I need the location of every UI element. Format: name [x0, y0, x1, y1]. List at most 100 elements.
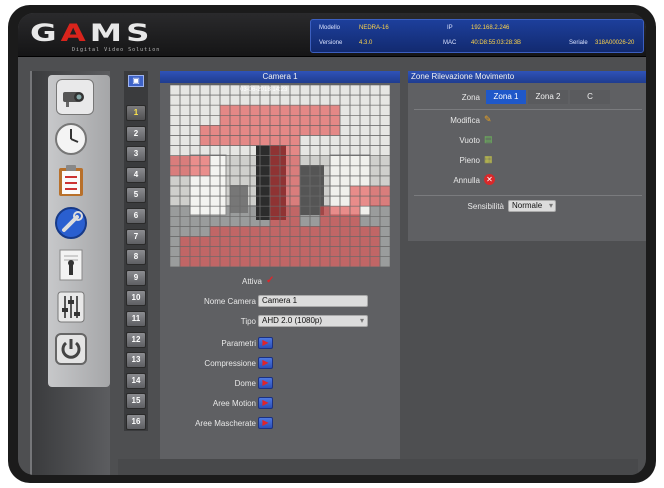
- motion-cell[interactable]: [209, 205, 221, 217]
- motion-cell[interactable]: [170, 145, 181, 156]
- motion-cell-active[interactable]: [279, 226, 291, 237]
- channel-button-4[interactable]: 4: [126, 166, 146, 183]
- motion-cell-active[interactable]: [209, 246, 221, 258]
- motion-cell[interactable]: [309, 155, 321, 167]
- motion-cell-active[interactable]: [259, 226, 271, 237]
- motion-cell[interactable]: [229, 185, 241, 197]
- motion-cell[interactable]: [189, 114, 201, 126]
- motion-cell[interactable]: [339, 145, 351, 156]
- motion-cell[interactable]: [170, 246, 181, 258]
- motion-cell-active[interactable]: [179, 256, 191, 267]
- motion-cell[interactable]: [319, 85, 331, 96]
- motion-cell[interactable]: [329, 135, 341, 146]
- motion-cell-active[interactable]: [359, 246, 371, 258]
- motion-cell-active[interactable]: [219, 236, 231, 247]
- motion-cell[interactable]: [170, 236, 181, 247]
- motion-cell-active[interactable]: [269, 185, 281, 197]
- cancel-icon[interactable]: ✕: [484, 174, 495, 185]
- motion-cell-active[interactable]: [279, 205, 291, 217]
- motion-cell[interactable]: [349, 145, 361, 156]
- motion-cell[interactable]: [259, 145, 271, 156]
- motion-cell-active[interactable]: [319, 226, 331, 237]
- motion-cell[interactable]: [369, 135, 381, 146]
- motion-cell[interactable]: [239, 165, 251, 177]
- motion-cell[interactable]: [199, 185, 211, 197]
- motion-cell-active[interactable]: [179, 165, 191, 177]
- power-icon[interactable]: [52, 331, 90, 367]
- nome-camera-input[interactable]: Camera 1: [258, 295, 368, 307]
- motion-cell[interactable]: [219, 155, 231, 167]
- motion-cell[interactable]: [249, 185, 261, 197]
- motion-cell-active[interactable]: [269, 155, 281, 167]
- motion-cell[interactable]: [229, 205, 241, 217]
- motion-cell[interactable]: [179, 226, 191, 237]
- motion-cell[interactable]: [359, 94, 371, 106]
- motion-cell[interactable]: [170, 185, 181, 197]
- motion-cell[interactable]: [219, 145, 231, 156]
- motion-cell[interactable]: [249, 205, 261, 217]
- channel-button-15[interactable]: 15: [126, 393, 146, 410]
- motion-cell[interactable]: [349, 165, 361, 177]
- motion-cell-active[interactable]: [189, 246, 201, 258]
- motion-cell-active[interactable]: [229, 256, 241, 267]
- motion-cell-active[interactable]: [229, 226, 241, 237]
- motion-cell[interactable]: [379, 145, 390, 156]
- motion-cell[interactable]: [179, 135, 191, 146]
- motion-cell-active[interactable]: [259, 135, 271, 146]
- motion-cell[interactable]: [249, 94, 261, 106]
- motion-cell[interactable]: [219, 185, 231, 197]
- motion-cell[interactable]: [319, 94, 331, 106]
- motion-cell[interactable]: [379, 226, 390, 237]
- motion-cell-active[interactable]: [309, 226, 321, 237]
- motion-cell[interactable]: [339, 175, 351, 187]
- motion-cell-active[interactable]: [259, 256, 271, 267]
- motion-cell-active[interactable]: [279, 145, 291, 156]
- motion-cell-active[interactable]: [249, 256, 261, 267]
- motion-cell[interactable]: [359, 216, 371, 227]
- motion-cell[interactable]: [219, 175, 231, 187]
- motion-cell-active[interactable]: [299, 104, 311, 116]
- motion-cell-active[interactable]: [329, 236, 341, 247]
- motion-cell-active[interactable]: [229, 125, 241, 136]
- wrench-icon[interactable]: [52, 205, 90, 241]
- motion-cell-active[interactable]: [369, 185, 381, 197]
- motion-cell-active[interactable]: [199, 246, 211, 258]
- motion-cell[interactable]: [209, 155, 221, 167]
- motion-cell[interactable]: [309, 175, 321, 187]
- motion-cell-active[interactable]: [199, 236, 211, 247]
- motion-cell-active[interactable]: [359, 236, 371, 247]
- motion-cell[interactable]: [369, 205, 381, 217]
- motion-cell[interactable]: [170, 94, 181, 106]
- motion-cell[interactable]: [189, 226, 201, 237]
- motion-cell[interactable]: [339, 195, 351, 207]
- motion-cell-active[interactable]: [289, 175, 301, 187]
- motion-cell[interactable]: [199, 104, 211, 116]
- motion-cell-active[interactable]: [170, 155, 181, 167]
- motion-cell-active[interactable]: [329, 216, 341, 227]
- channel-button-14[interactable]: 14: [126, 372, 146, 389]
- motion-cell-active[interactable]: [279, 256, 291, 267]
- motion-cell[interactable]: [229, 85, 241, 96]
- motion-cell-active[interactable]: [239, 236, 251, 247]
- motion-cell-active[interactable]: [309, 246, 321, 258]
- motion-cell[interactable]: [379, 256, 390, 267]
- motion-cell-active[interactable]: [189, 155, 201, 167]
- motion-cell-active[interactable]: [339, 256, 351, 267]
- motion-cell-active[interactable]: [259, 246, 271, 258]
- motion-cell[interactable]: [170, 256, 181, 267]
- motion-cell-active[interactable]: [369, 256, 381, 267]
- tipo-select[interactable]: AHD 2.0 (1080p) ▾: [258, 315, 368, 327]
- motion-cell[interactable]: [359, 205, 371, 217]
- motion-cell-active[interactable]: [299, 114, 311, 126]
- channel-button-11[interactable]: 11: [126, 311, 146, 327]
- motion-cell[interactable]: [319, 185, 331, 197]
- motion-cell-active[interactable]: [319, 205, 331, 217]
- motion-cell[interactable]: [249, 155, 261, 167]
- motion-cell-active[interactable]: [269, 216, 281, 227]
- motion-cell[interactable]: [349, 175, 361, 187]
- motion-cell[interactable]: [309, 165, 321, 177]
- motion-cell-active[interactable]: [269, 165, 281, 177]
- pencil-icon[interactable]: ✎: [484, 114, 492, 125]
- motion-cell[interactable]: [259, 165, 271, 177]
- motion-cell-active[interactable]: [269, 236, 281, 247]
